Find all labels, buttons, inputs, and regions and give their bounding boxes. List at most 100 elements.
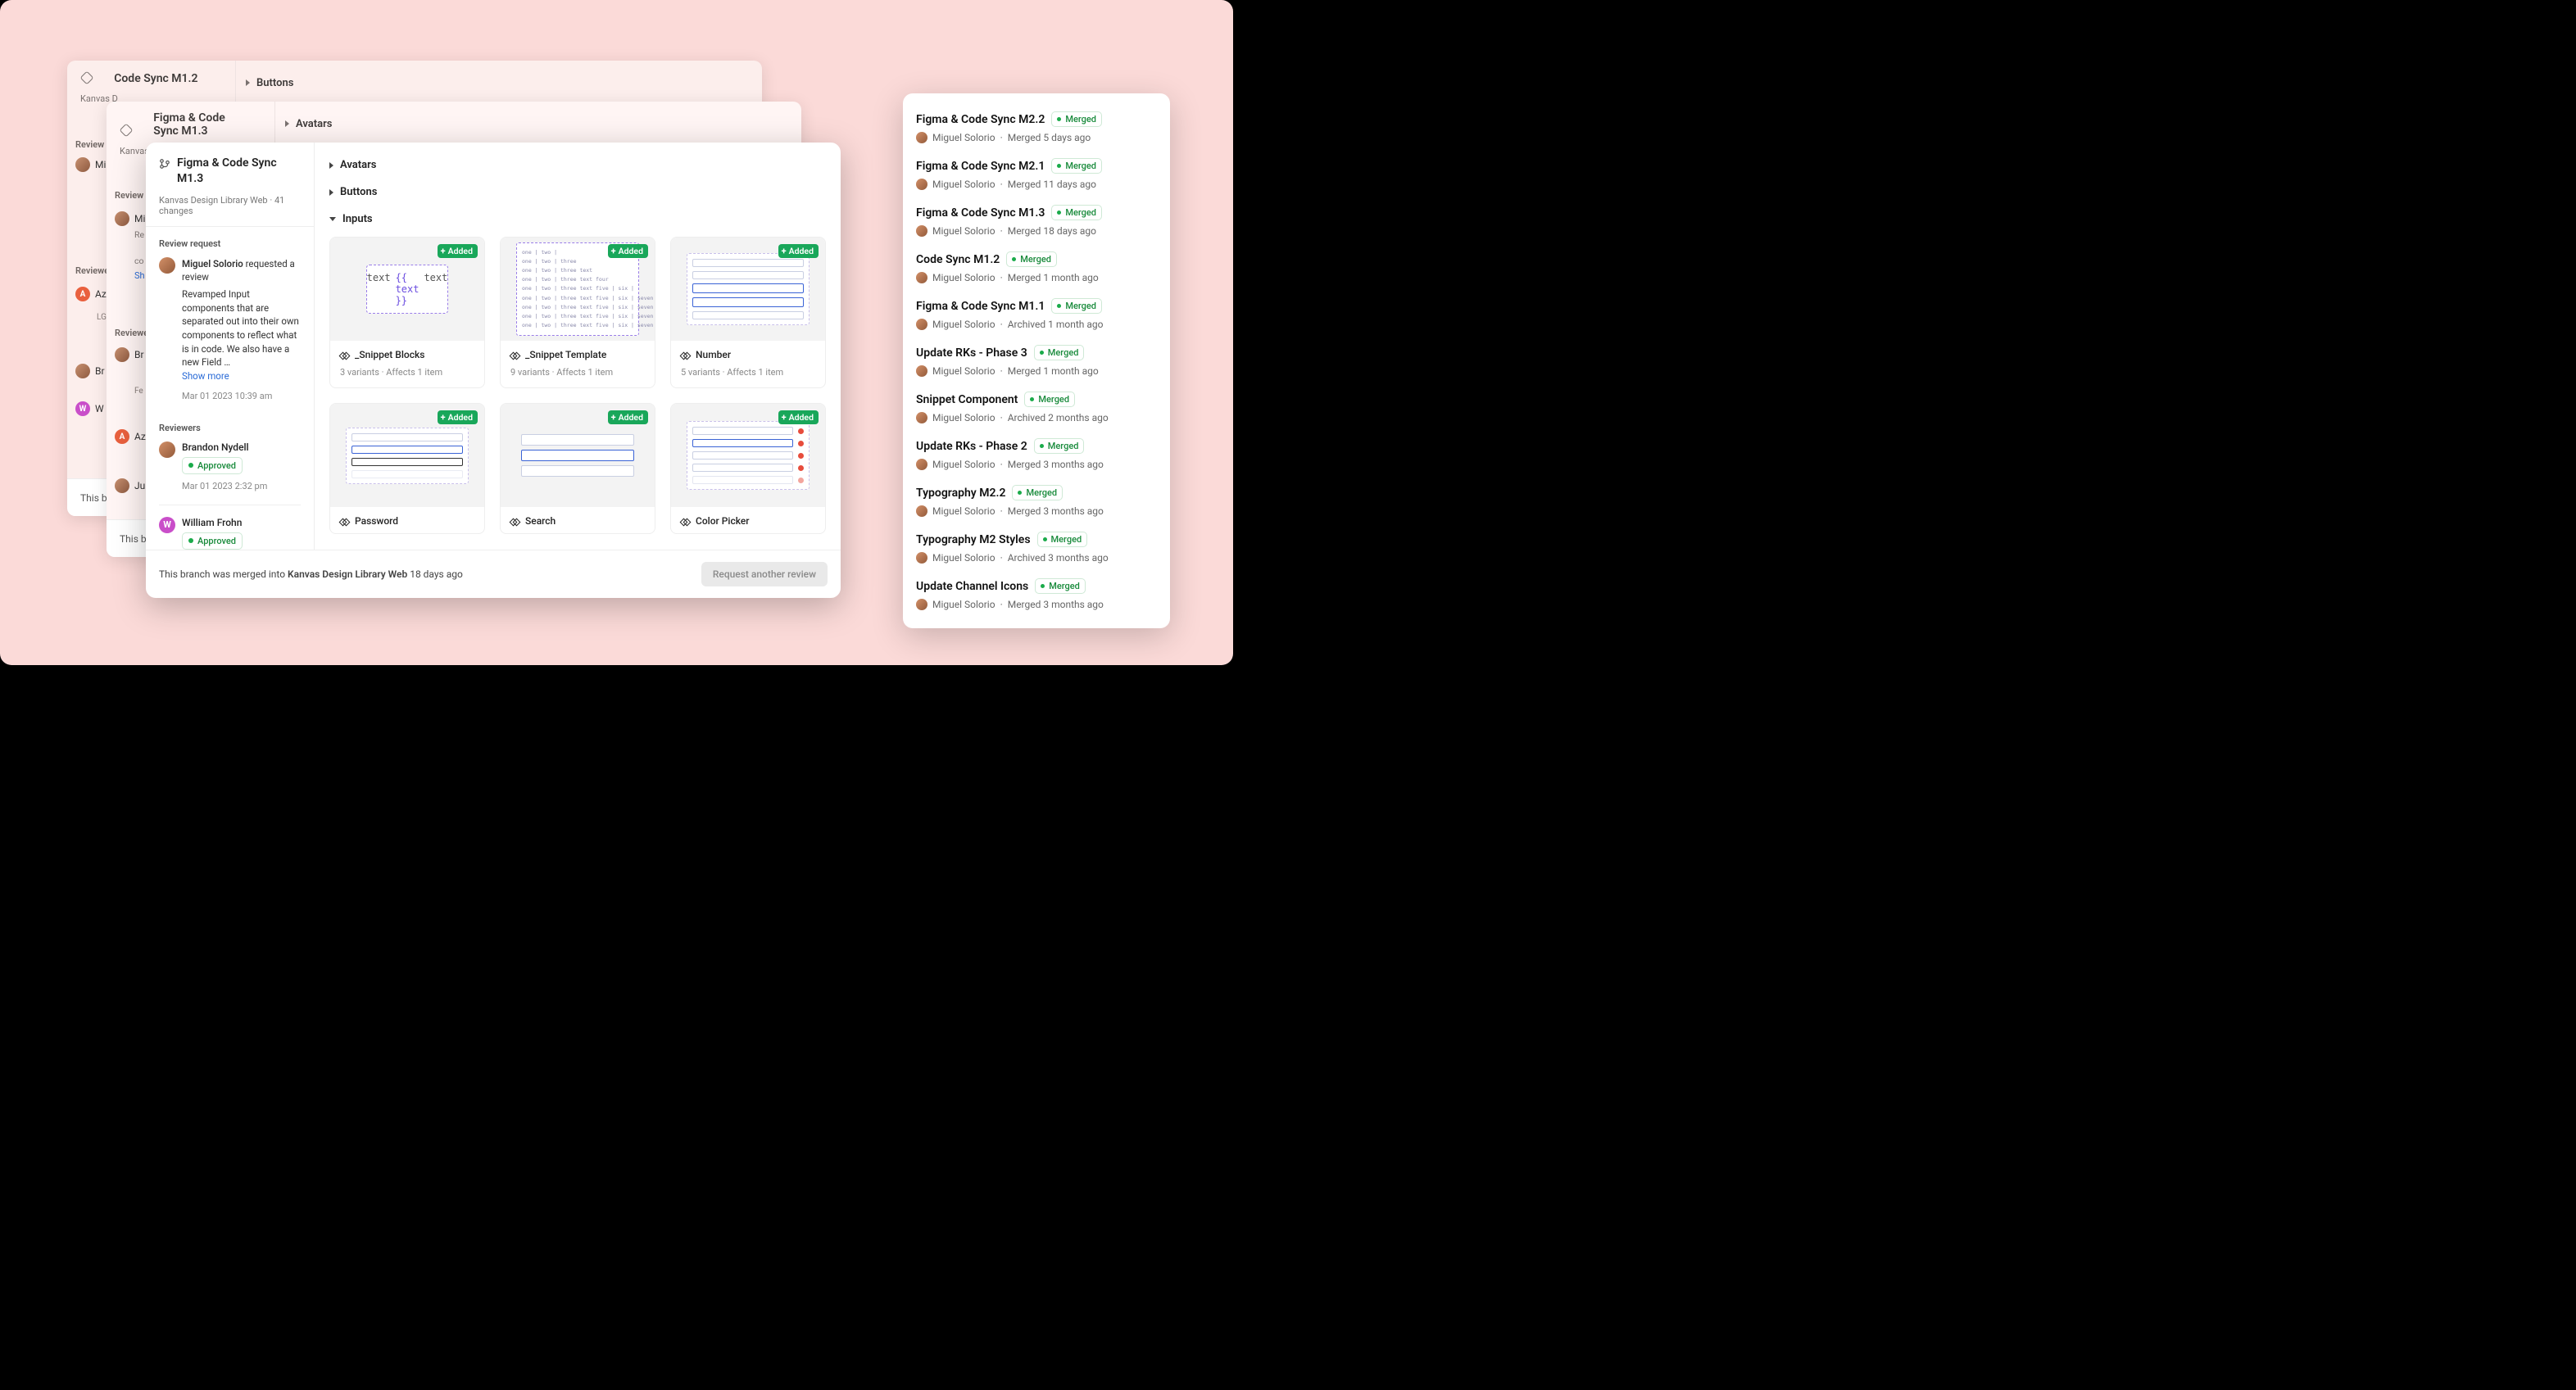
canvas: Code Sync M1.2 Kanvas D Buttons Review r… [0, 0, 1233, 665]
reviewer-item: W William Frohn Approved Mar 01 2023 2:3… [159, 517, 301, 550]
thumbnail: Added [330, 404, 484, 507]
component-icon [510, 351, 519, 359]
status-badge-approved: Approved [182, 532, 243, 550]
reviewers-label: Reviewers [159, 423, 301, 433]
merged-badge: Merged [1051, 298, 1102, 314]
component-card[interactable]: Added text{{ text }}text _Snippet Blocks… [329, 237, 485, 388]
branch-when: Merged 5 days ago [1008, 132, 1091, 143]
thumbnail: Added one | two |one | two | threeone | … [501, 238, 655, 341]
component-name: Color Picker [696, 515, 750, 527]
component-name: Password [355, 515, 398, 527]
merged-badge: Merged [1035, 578, 1086, 594]
branch-icon [120, 125, 131, 136]
section-inputs[interactable]: Inputs [329, 210, 826, 237]
reviewer-peek: Br [75, 364, 105, 378]
component-card[interactable]: Added one | two |one | two | threeone | … [500, 237, 655, 388]
avatar [916, 132, 927, 143]
avatar [916, 179, 927, 190]
avatar [115, 347, 129, 362]
component-icon [681, 351, 689, 359]
branch-list-item[interactable]: Figma & Code Sync M1.3Merged Miguel Solo… [916, 200, 1157, 247]
avatar [916, 412, 927, 423]
reviewer-item: Brandon Nydell Approved Mar 01 2023 2:32… [159, 441, 301, 505]
component-name: _Snippet Blocks [355, 349, 424, 360]
avatar [115, 478, 129, 493]
component-name: _Snippet Template [525, 349, 606, 360]
chevron-down-icon [329, 217, 336, 221]
request-review-button[interactable]: Request another review [701, 562, 828, 586]
reviewer-peek: AAz [115, 429, 146, 444]
chevron-right-icon [329, 162, 333, 169]
merged-badge: Merged [1006, 251, 1057, 267]
branch-list-item[interactable]: Typography M2.2Merged Miguel Solorio·Mer… [916, 480, 1157, 527]
branch-list-item[interactable]: Code Sync M1.2Merged Miguel Solorio·Merg… [916, 247, 1157, 293]
branch-list-item[interactable]: Snippet ComponentMerged Miguel Solorio·A… [916, 387, 1157, 433]
component-name: Number [696, 349, 731, 360]
component-icon [340, 351, 348, 359]
component-icon [681, 517, 689, 525]
branch-list-item[interactable]: Update RKs - Phase 3Merged Miguel Solori… [916, 340, 1157, 387]
branch-list-item[interactable]: Typography M2 StylesMerged Miguel Solori… [916, 527, 1157, 573]
branch-list-item[interactable]: Figma & Code Sync M1.1Merged Miguel Solo… [916, 293, 1157, 340]
avatar [75, 364, 90, 378]
added-chip: Added [608, 244, 648, 258]
merged-badge: Merged [1034, 345, 1085, 360]
thumbnail: Added [501, 404, 655, 507]
component-card[interactable]: Added Number 5 variants · Affects 1 item [670, 237, 826, 388]
request-author: Miguel Solorio [182, 258, 243, 269]
branch-author: Miguel Solorio [932, 132, 995, 143]
avatar [916, 552, 927, 564]
show-more-link[interactable]: Show more [182, 370, 229, 382]
component-meta: 5 variants · Affects 1 item [671, 367, 825, 387]
section-header[interactable]: Buttons [246, 77, 293, 89]
added-chip: Added [778, 410, 819, 424]
reviewers-header-partial: Reviewe [75, 265, 109, 276]
thumbnail: Added text{{ text }}text [330, 238, 484, 341]
request-timestamp: Mar 01 2023 10:39 am [182, 390, 301, 403]
reviewer-peek: Ju [115, 478, 145, 493]
reviewer-peek: AAz [75, 287, 107, 301]
branch-list-item[interactable]: Figma & Code Sync M2.1Merged Miguel Solo… [916, 153, 1157, 200]
component-icon [510, 517, 519, 525]
branch-icon [159, 158, 170, 170]
added-chip: Added [608, 410, 648, 424]
avatar [159, 441, 175, 458]
branch-title: Figma & Code Sync M1.3 [177, 156, 301, 187]
branch-list-item[interactable]: Figma & Code Sync M2.2Merged Miguel Solo… [916, 106, 1157, 153]
avatar [916, 319, 927, 330]
merge-status: This branch was merged into Kanvas Desig… [159, 568, 463, 580]
request-body: Revamped Input components that are separ… [182, 288, 301, 369]
branches-panel: Figma & Code Sync M2.2Merged Miguel Solo… [903, 93, 1170, 628]
avatar [916, 599, 927, 610]
reviewer-name: William Frohn [182, 517, 267, 528]
chevron-right-icon [329, 189, 333, 196]
component-card[interactable]: Added Search [500, 403, 655, 534]
component-icon [340, 517, 348, 525]
avatar [916, 505, 927, 517]
merged-badge: Merged [1024, 392, 1075, 407]
avatar-letter: A [75, 287, 90, 301]
changes-content[interactable]: Avatars Buttons Inputs Added text{{ text… [315, 143, 841, 550]
component-name: Search [525, 515, 556, 527]
component-card[interactable]: Added Color Picker [670, 403, 826, 534]
branch-subtitle: Kanvas Design Library Web · 41 changes [159, 195, 301, 216]
merged-badge: Merged [1051, 205, 1102, 220]
thumbnail: Added [671, 238, 825, 341]
branch-list-item[interactable]: Update Channel IconsMerged Miguel Solori… [916, 573, 1157, 620]
component-grid: Added text{{ text }}text _Snippet Blocks… [329, 237, 826, 549]
merged-badge: Merged [1034, 438, 1085, 454]
merged-badge: Merged [1051, 111, 1102, 127]
thumbnail: Added [671, 404, 825, 507]
section-header[interactable]: Avatars [285, 118, 332, 130]
component-card[interactable]: Added Password [329, 403, 485, 534]
added-chip: Added [778, 244, 819, 258]
avatar-letter: A [115, 429, 129, 444]
review-window: Figma & Code Sync M1.3 Kanvas Design Lib… [146, 143, 841, 598]
avatar [75, 157, 90, 172]
section-buttons[interactable]: Buttons [329, 183, 826, 210]
reviewer-peek: Mi [75, 157, 106, 172]
review-request-label: Review request [159, 238, 301, 249]
branch-list-item[interactable]: Update RKs - Phase 2Merged Miguel Solori… [916, 433, 1157, 480]
reviewer-peek: WW [75, 401, 104, 416]
section-avatars[interactable]: Avatars [329, 156, 826, 183]
